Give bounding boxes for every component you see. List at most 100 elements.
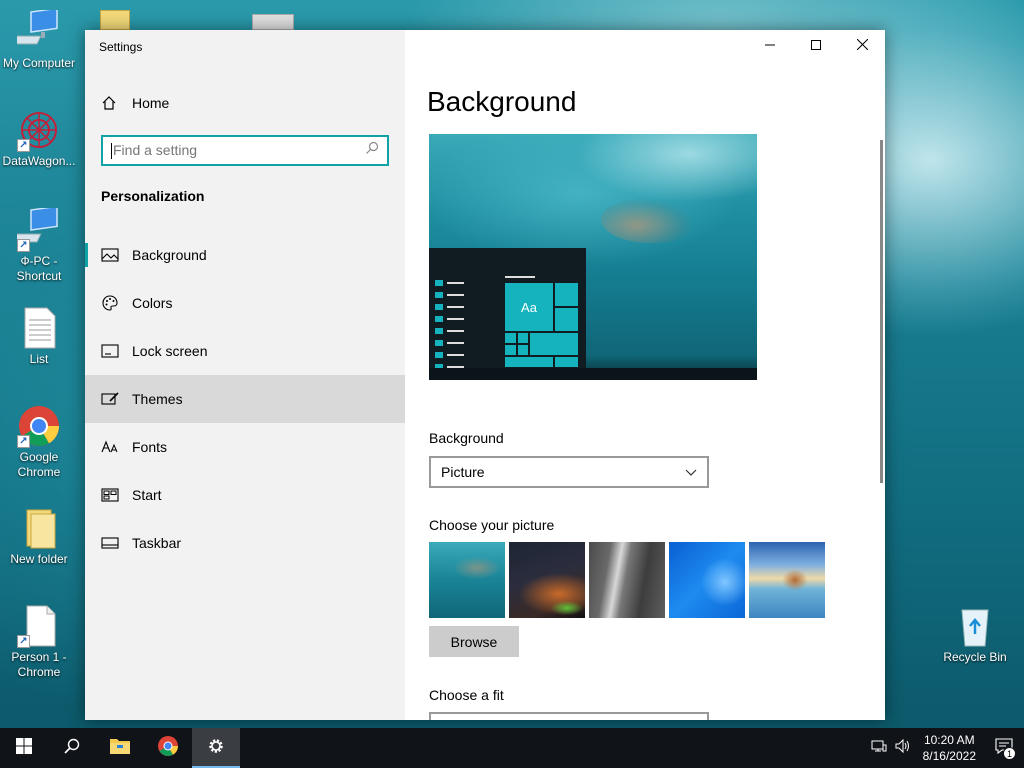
network-status[interactable] — [867, 728, 891, 768]
desktop-icon-new-folder[interactable]: New folder — [0, 506, 78, 567]
taskbar-clock[interactable]: 10:20 AM 8/16/2022 — [915, 732, 984, 764]
recycle-bin-icon — [953, 604, 997, 648]
shortcut-arrow-icon: ↗ — [17, 139, 30, 152]
section-title: Personalization — [101, 188, 205, 204]
desktop-icon-recycle-bin[interactable]: Recycle Bin — [936, 604, 1014, 665]
taskbar-search-button[interactable] — [48, 728, 96, 768]
nav-item-start[interactable]: Start — [85, 471, 405, 519]
network-icon — [871, 739, 887, 758]
choose-picture-label: Choose your picture — [429, 517, 555, 533]
network-app-icon: ↗ — [17, 108, 61, 152]
shortcut-arrow-icon: ↗ — [17, 239, 30, 252]
partial-folder-icon[interactable] — [100, 10, 130, 30]
fonts-icon — [101, 438, 119, 456]
computer-shortcut-icon: ↗ — [6, 205, 61, 252]
chrome-icon: ↗ — [17, 404, 61, 448]
background-label: Background — [429, 430, 504, 446]
desktop-icon-label: Recycle Bin — [943, 650, 1007, 664]
search-input[interactable]: Find a setting — [101, 135, 389, 166]
file-explorer-icon — [109, 737, 131, 760]
preview-swimmer-image — [601, 199, 691, 243]
desktop-icon-label: Person 1 - Chrome — [11, 650, 67, 679]
desktop-icon-my-computer[interactable]: My Computer — [0, 7, 78, 71]
clock-time: 10:20 AM — [923, 733, 975, 747]
nav-item-label: Taskbar — [132, 535, 182, 551]
home-icon — [101, 95, 117, 111]
desktop-icon-list[interactable]: List — [0, 306, 78, 367]
nav-list: Background Colors Lock screen Themes Fon… — [85, 231, 405, 567]
clock-date: 8/16/2022 — [922, 749, 976, 763]
chevron-down-icon — [685, 464, 697, 480]
nav-item-taskbar[interactable]: Taskbar — [85, 519, 405, 567]
nav-item-background[interactable]: Background — [85, 231, 405, 279]
preview-start-menu: Aa — [429, 248, 586, 380]
taskbar: 10:20 AM 8/16/2022 1 — [0, 728, 1024, 768]
settings-window: Settings Home Find a setting Personaliza… — [85, 30, 885, 720]
nav-home-label: Home — [132, 95, 170, 111]
settings-content-pane: Background Aa Background Picture Choose … — [405, 30, 885, 720]
choose-fit-label: Choose a fit — [429, 687, 504, 703]
desktop-icon-pc-shortcut[interactable]: ↗ Ф-PC - Shortcut — [0, 205, 78, 284]
nav-item-themes[interactable]: Themes — [85, 375, 405, 423]
desktop-icon-google-chrome[interactable]: ↗ Google Chrome — [0, 404, 78, 480]
volume-icon — [895, 738, 911, 758]
page-title: Background — [427, 86, 577, 117]
preview-tile-aa: Aa — [504, 282, 554, 332]
desktop-icon-person-chrome[interactable]: ↗ Person 1 - Chrome — [0, 604, 78, 680]
nav-item-fonts[interactable]: Fonts — [85, 423, 405, 471]
chrome-icon — [157, 735, 179, 762]
windows-start-icon — [16, 737, 32, 759]
browse-button[interactable]: Browse — [429, 626, 519, 657]
volume-status[interactable] — [891, 728, 915, 768]
picture-thumbnails — [429, 542, 825, 618]
notification-count-badge: 1 — [1003, 747, 1016, 760]
nav-item-colors[interactable]: Colors — [85, 279, 405, 327]
search-icon — [64, 738, 80, 759]
lock-screen-icon — [101, 342, 119, 360]
notification-center-button[interactable]: 1 — [984, 728, 1024, 768]
background-type-dropdown[interactable]: Picture — [429, 456, 709, 488]
background-preview: Aa — [429, 134, 757, 380]
maximize-button[interactable] — [793, 30, 839, 61]
text-file-icon — [17, 306, 61, 350]
nav-home[interactable]: Home — [85, 87, 405, 119]
nav-item-label: Colors — [132, 295, 173, 311]
desktop-icon-datawagon[interactable]: ↗ DataWagon... — [0, 108, 78, 169]
shortcut-arrow-icon: ↗ — [17, 635, 30, 648]
search-placeholder-text: Find a setting — [113, 141, 198, 158]
nav-item-lock-screen[interactable]: Lock screen — [85, 327, 405, 375]
desktop-icon-label: My Computer — [2, 56, 76, 70]
close-button[interactable] — [839, 30, 885, 61]
nav-item-label: Fonts — [132, 439, 168, 455]
window-controls — [747, 30, 885, 61]
picture-thumbnail-windows[interactable] — [669, 542, 745, 618]
picture-thumbnail-beach[interactable] — [749, 542, 825, 618]
taskbar-icon — [101, 534, 119, 552]
picture-thumbnail-underwater[interactable] — [429, 542, 505, 618]
nav-item-label: Lock screen — [132, 343, 208, 359]
start-button[interactable] — [0, 728, 48, 768]
desktop-icon-label: List — [29, 352, 49, 366]
minimize-icon — [765, 37, 775, 55]
picture-thumbnail-rock[interactable] — [589, 542, 665, 618]
picture-thumbnail-night-sky[interactable] — [509, 542, 585, 618]
taskbar-settings[interactable] — [192, 728, 240, 768]
palette-icon — [101, 294, 119, 312]
taskbar-chrome[interactable] — [144, 728, 192, 768]
maximize-icon — [811, 37, 821, 55]
partial-app-icon[interactable] — [252, 14, 294, 30]
computer-icon — [6, 7, 61, 54]
shortcut-arrow-icon: ↗ — [17, 435, 30, 448]
nav-item-label: Start — [132, 487, 162, 503]
background-type-value: Picture — [441, 464, 485, 480]
settings-icon — [207, 737, 225, 760]
desktop-icon-label: DataWagon... — [2, 154, 76, 168]
themes-icon — [101, 390, 119, 408]
close-icon — [856, 37, 868, 55]
fit-dropdown[interactable] — [429, 712, 709, 720]
content-scrollbar[interactable] — [880, 140, 883, 483]
minimize-button[interactable] — [747, 30, 793, 61]
search-icon[interactable] — [365, 141, 379, 160]
desktop-icon-label: New folder — [10, 552, 68, 566]
taskbar-file-explorer[interactable] — [96, 728, 144, 768]
